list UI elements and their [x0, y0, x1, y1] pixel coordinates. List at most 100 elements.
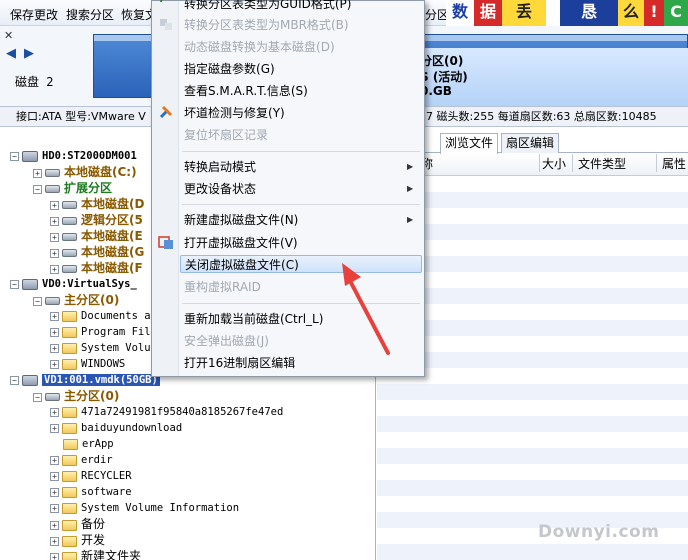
menu-new-virtual-disk[interactable]: 新建虚拟磁盘文件(N) [184, 211, 298, 229]
search-partition-button[interactable]: 搜索分区 [66, 6, 114, 23]
tree-node-partition[interactable]: + 本地磁盘(C:) [33, 164, 137, 180]
partition-name: 分区(0) [420, 54, 464, 68]
partition-block[interactable]: 分区(0) S (活动) 0.GB [414, 48, 688, 106]
expand-icon[interactable]: + [50, 343, 59, 353]
tree-node-folder[interactable]: + 备份 [50, 516, 105, 532]
expand-icon[interactable]: + [50, 455, 59, 465]
collapse-icon[interactable]: − [10, 151, 19, 161]
expand-icon[interactable]: + [33, 168, 42, 178]
watermark: Downyi.com [538, 522, 660, 542]
convert-mbr-icon [160, 19, 172, 30]
expand-icon[interactable]: + [50, 536, 59, 546]
expand-icon[interactable]: + [50, 503, 59, 513]
tree-node-disk[interactable]: − HD0:ST2000DM001 [10, 148, 137, 164]
banner-tile: C [664, 0, 688, 26]
tree-node-partition[interactable]: + 逻辑分区(5 [50, 212, 143, 228]
tab-browse-files[interactable]: 浏览文件 [440, 133, 499, 154]
folder-icon [62, 422, 77, 434]
submenu-arrow-icon: ▶ [407, 162, 414, 171]
expand-icon[interactable]: + [50, 311, 59, 321]
tree-node-primary[interactable]: − 主分区(0) [33, 388, 119, 404]
banner-tile: 么 [618, 0, 644, 26]
tree-node-disk[interactable]: − VD0:VirtualSys_ [10, 276, 137, 292]
tree-node-folder[interactable]: + 新建文件夹 [50, 548, 141, 560]
tree-node-folder[interactable]: + 开发 [50, 532, 105, 548]
menu-smart-info[interactable]: 查看S.M.A.R.T.信息(S) [184, 82, 308, 100]
ad-banner[interactable]: 数 据 丢 恳 么 ! C [446, 0, 688, 26]
tree-node-partition[interactable]: + 本地磁盘(G [50, 244, 144, 260]
expand-icon[interactable]: + [50, 216, 59, 226]
prev-disk-icon[interactable]: ◀ [6, 46, 16, 61]
expand-icon[interactable]: + [50, 200, 59, 210]
disk-interface-model: 接口:ATA 型号:VMware V [16, 110, 146, 123]
repair-tools-icon [159, 105, 173, 119]
tab-sector-edit[interactable]: 扇区编辑 [501, 133, 560, 153]
drive-icon [62, 265, 77, 273]
expand-icon[interactable]: + [50, 423, 59, 433]
next-disk-icon[interactable]: ▶ [24, 46, 34, 61]
menu-device-state[interactable]: 更改设备状态 [184, 180, 256, 198]
expand-icon[interactable]: + [50, 520, 59, 530]
annotation-arrow-icon [342, 263, 390, 355]
tree-node-folder[interactable]: + RECYCLER [50, 468, 132, 484]
drive-icon [62, 233, 77, 241]
expand-icon[interactable]: + [50, 471, 59, 481]
save-changes-button[interactable]: 保存更改 [10, 6, 58, 23]
menu-open-virtual-disk[interactable]: 打开虚拟磁盘文件(V) [184, 234, 298, 252]
tree-node-folder[interactable]: +471a72491981f95840a8185267fe47ed [50, 404, 283, 420]
tree-node-folder[interactable]: + Program Fil [50, 324, 151, 340]
drive-icon [62, 249, 77, 257]
menu-convert-mbr: 转换分区表类型为MBR格式(B) [184, 18, 349, 32]
column-size[interactable]: 大小 [542, 154, 566, 175]
tree-node-extended[interactable]: − 扩展分区 [33, 180, 112, 196]
collapse-icon[interactable]: − [10, 375, 19, 385]
menu-safe-eject: 安全弹出磁盘(J) [184, 334, 269, 348]
tree-node-partition[interactable]: + 本地磁盘(E [50, 228, 143, 244]
tree-node-primary[interactable]: − 主分区(0) [33, 292, 119, 308]
menu-reload-disk[interactable]: 重新加载当前磁盘(Ctrl_L) [184, 310, 323, 328]
close-icon[interactable]: ✕ [4, 29, 13, 42]
banner-tile: 据 [474, 0, 502, 26]
expand-icon[interactable]: + [50, 487, 59, 497]
tree-node-folder[interactable]: + WINDOWS [50, 356, 125, 372]
tree-node-folder[interactable]: + software [50, 484, 132, 500]
hard-disk-icon [22, 150, 38, 162]
expand-icon[interactable]: + [50, 407, 59, 417]
menu-disk-params[interactable]: 指定磁盘参数(G) [184, 60, 275, 78]
expand-icon[interactable]: + [50, 264, 59, 274]
expand-icon[interactable]: + [50, 248, 59, 258]
collapse-icon[interactable]: − [10, 279, 19, 289]
tree-node-partition[interactable]: + 本地磁盘(F [50, 260, 143, 276]
column-attr[interactable]: 属性 [662, 154, 686, 175]
tree-node-folder[interactable]: + erdir [50, 452, 113, 468]
folder-icon [63, 438, 78, 450]
tree-node-folder[interactable]: + baiduyundownload [50, 420, 182, 436]
menu-boot-mode[interactable]: 转换启动模式 [184, 158, 256, 176]
collapse-icon[interactable]: − [33, 184, 42, 194]
partition-fs: S (活动) [420, 70, 468, 84]
menu-dynamic-to-basic: 动态磁盘转换为基本磁盘(D) [184, 40, 335, 54]
expand-icon[interactable]: + [50, 552, 59, 560]
tree-node-disk-selected[interactable]: − VD1:001.vmdk(50GB) [10, 372, 160, 388]
disk-geometry: 7 磁头数:255 每道扇区数:63 总扇区数:10485 [426, 110, 657, 123]
tree-node-folder[interactable]: + System Volu [50, 340, 151, 356]
folder-icon [62, 342, 77, 354]
tree-node-partition[interactable]: + 本地磁盘(D [50, 196, 144, 212]
tree-node-folder[interactable]: erApp [63, 436, 114, 452]
tree-node-folder[interactable]: + Documents a [50, 308, 151, 324]
collapse-icon[interactable]: − [33, 392, 42, 402]
menu-hex-editor[interactable]: 打开16进制扇区编辑 [184, 354, 295, 372]
tree-node-folder[interactable]: + System Volume Information [50, 500, 239, 516]
folder-icon [62, 406, 77, 418]
column-type[interactable]: 文件类型 [578, 154, 626, 175]
menu-bad-sector-check[interactable]: 坏道检测与修复(Y) [184, 104, 285, 122]
collapse-icon[interactable]: − [33, 296, 42, 306]
drive-icon [45, 297, 60, 305]
drive-icon [45, 169, 60, 177]
submenu-arrow-icon: ▶ [407, 184, 414, 193]
menu-convert-gpt[interactable]: 转换分区表类型为GUID格式(P) [184, 0, 351, 13]
folder-icon [62, 486, 77, 498]
expand-icon[interactable]: + [50, 359, 59, 369]
expand-icon[interactable]: + [50, 232, 59, 242]
expand-icon[interactable]: + [50, 327, 59, 337]
